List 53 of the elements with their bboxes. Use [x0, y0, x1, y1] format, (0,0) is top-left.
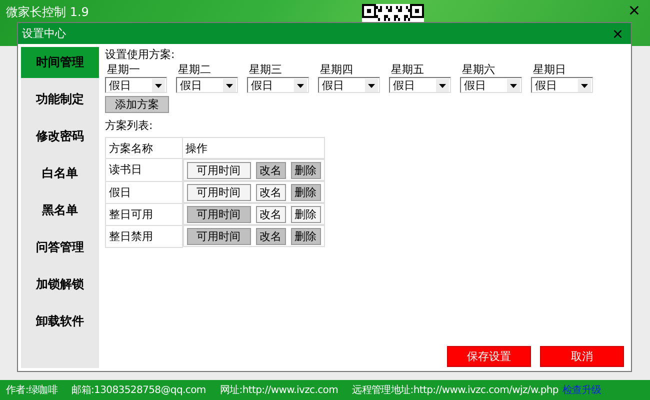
status-text: 邮箱:13083528758@qq.com — [72, 384, 206, 397]
plan-dropdown[interactable]: 假日 — [105, 77, 167, 93]
row-action-button[interactable]: 删除 — [290, 206, 320, 223]
caret-icon — [578, 78, 591, 92]
caret-icon — [152, 78, 165, 92]
table-cell: 整日禁用 — [106, 225, 182, 247]
caret-icon — [223, 78, 236, 92]
caret-icon — [436, 78, 449, 92]
row-action-button[interactable]: 删除 — [290, 162, 320, 179]
plan-dropdown[interactable]: 假日 — [318, 77, 380, 93]
day-label: 星期四 — [319, 62, 354, 77]
close-button[interactable]: × — [624, 4, 644, 18]
plan-dropdown[interactable]: 假日 — [531, 77, 593, 93]
section-label: 方案列表: — [105, 118, 154, 133]
day-label: 星期二 — [177, 62, 212, 77]
row-action-button[interactable]: 改名 — [256, 184, 286, 201]
day-label: 星期日 — [532, 62, 567, 77]
sidebar-tab[interactable]: 时间管理 — [21, 47, 99, 78]
row-action-button[interactable]: 可用时间 — [186, 162, 250, 179]
day-label: 星期五 — [390, 62, 425, 77]
caret-icon — [507, 78, 520, 92]
row-action-button[interactable]: 改名 — [256, 228, 286, 245]
column-header: 方案名称 — [106, 138, 182, 158]
caret-icon — [294, 78, 307, 92]
add-plan-button[interactable]: 添加方案 — [105, 96, 169, 113]
row-action-button[interactable]: 改名 — [256, 206, 286, 223]
row-action-button[interactable]: 删除 — [290, 184, 320, 201]
status-text: 作者:绿咖啡 — [6, 384, 58, 397]
day-label: 星期三 — [248, 62, 283, 77]
dialog-title: 设置中心 — [22, 26, 67, 41]
plan-dropdown[interactable]: 假日 — [460, 77, 522, 93]
row-action-button[interactable]: 可用时间 — [186, 206, 250, 223]
plan-dropdown[interactable]: 假日 — [247, 77, 309, 93]
plan-dropdown[interactable]: 假日 — [176, 77, 238, 93]
day-label: 星期六 — [461, 62, 496, 77]
close-button[interactable]: × — [608, 26, 627, 40]
column-header: 操作 — [182, 138, 324, 158]
table-cell: 读书日 — [106, 158, 182, 181]
status-text: 网址:http://www.ivzc.com — [220, 384, 338, 397]
row-action-button[interactable]: 可用时间 — [186, 228, 250, 245]
caret-icon — [365, 78, 378, 92]
row-action-button[interactable]: 可用时间 — [186, 184, 250, 201]
row-action-button[interactable]: 删除 — [290, 228, 320, 245]
table-cell: 假日 — [106, 181, 182, 203]
section-label: 设置使用方案: — [105, 47, 176, 62]
day-label: 星期一 — [106, 62, 141, 77]
dialog-button[interactable]: 取消 — [540, 346, 624, 367]
dialog-button[interactable]: 保存设置 — [447, 346, 531, 367]
window-title: 微家长控制 1.9 — [6, 4, 90, 21]
row-action-button[interactable]: 改名 — [256, 162, 286, 179]
plan-dropdown[interactable]: 假日 — [389, 77, 451, 93]
status-text: 远程管理地址:http://www.ivzc.com/wjz/w.php — [352, 384, 558, 397]
table-cell: 整日可用 — [106, 203, 182, 225]
